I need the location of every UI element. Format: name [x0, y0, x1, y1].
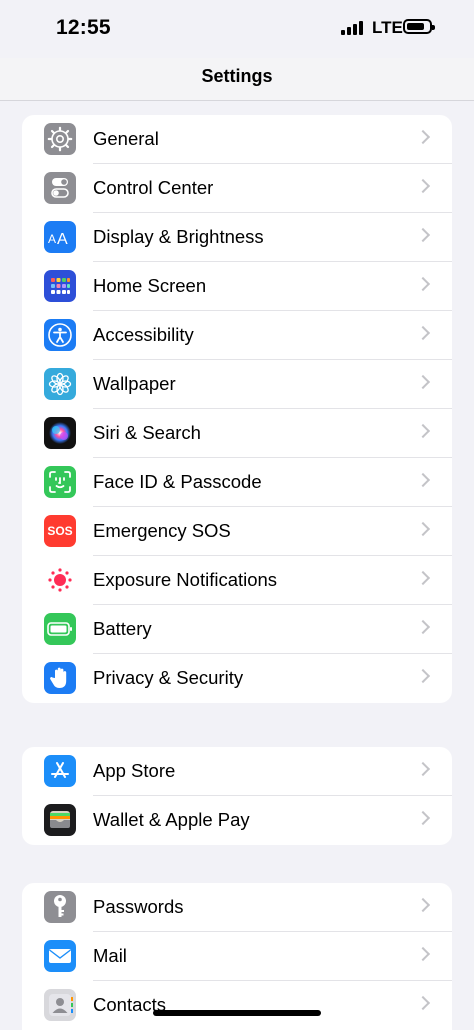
row-label: Face ID & Passcode: [93, 471, 262, 492]
row-battery[interactable]: Battery: [22, 605, 452, 654]
svg-text:A: A: [48, 232, 56, 246]
row-label: Wallpaper: [93, 373, 176, 394]
row-accessibility[interactable]: Accessibility: [22, 311, 452, 360]
face-id-icon: [44, 466, 76, 498]
status-time: 12:55: [56, 16, 111, 39]
settings-group-apps: Passwords Mail Contacts: [22, 883, 452, 1030]
chevron-right-icon: [415, 619, 431, 635]
accessibility-icon: [44, 319, 76, 351]
row-control-center[interactable]: Control Center: [22, 164, 452, 213]
settings-group-device: General Control Center A A Display & Bri…: [22, 115, 452, 703]
battery-status-icon: [403, 19, 435, 34]
row-label: App Store: [93, 760, 176, 781]
chevron-right-icon: [415, 946, 431, 962]
chevron-right-icon: [415, 276, 431, 292]
text-size-icon: A A: [44, 221, 76, 253]
siri-icon: [44, 417, 76, 449]
row-mail[interactable]: Mail: [22, 932, 452, 981]
row-label: Exposure Notifications: [93, 569, 278, 590]
row-wallet-apple-pay[interactable]: Wallet & Apple Pay: [22, 796, 452, 845]
chevron-right-icon: [415, 325, 431, 341]
toggles-icon: [44, 172, 76, 204]
row-wallpaper[interactable]: Wallpaper: [22, 360, 452, 409]
wallet-icon: [44, 804, 76, 836]
row-passwords[interactable]: Passwords: [22, 883, 452, 932]
chevron-right-icon: [415, 668, 431, 684]
settings-group-store: App Store Wallet & Apple Pay: [22, 747, 452, 845]
chevron-right-icon: [415, 521, 431, 537]
row-label: Battery: [93, 618, 152, 639]
chevron-right-icon: [415, 472, 431, 488]
flower-icon: [44, 368, 76, 400]
chevron-right-icon: [415, 227, 431, 243]
chevron-right-icon: [415, 129, 431, 145]
row-app-store[interactable]: App Store: [22, 747, 452, 796]
exposure-icon: [44, 564, 76, 596]
gear-icon: [44, 123, 76, 155]
chevron-right-icon: [415, 761, 431, 777]
chevron-right-icon: [415, 897, 431, 913]
row-label: Control Center: [93, 177, 214, 198]
row-face-id-passcode[interactable]: Face ID & Passcode: [22, 458, 452, 507]
app-store-icon: [44, 755, 76, 787]
svg-text:A: A: [57, 231, 68, 247]
row-label: Privacy & Security: [93, 667, 244, 688]
mail-icon: [44, 940, 76, 972]
app-grid-icon: [44, 270, 76, 302]
row-general[interactable]: General: [22, 115, 452, 164]
home-indicator[interactable]: [153, 1010, 321, 1016]
hand-icon: [44, 662, 76, 694]
row-label: Accessibility: [93, 324, 194, 345]
navigation-bar: Settings: [0, 58, 474, 101]
row-label: General: [93, 128, 159, 149]
status-bar: 12:55 LTE: [0, 0, 474, 58]
key-icon: [44, 891, 76, 923]
chevron-right-icon: [415, 178, 431, 194]
battery-icon: [44, 613, 76, 645]
chevron-right-icon: [415, 423, 431, 439]
network-type: LTE: [372, 18, 403, 37]
chevron-right-icon: [415, 570, 431, 586]
sos-icon: SOS: [44, 515, 76, 547]
row-privacy-security[interactable]: Privacy & Security: [22, 654, 452, 703]
contacts-icon: [44, 989, 76, 1021]
row-label: Mail: [93, 945, 127, 966]
row-label: Passwords: [93, 896, 184, 917]
row-label: Display & Brightness: [93, 226, 264, 247]
row-label: Siri & Search: [93, 422, 201, 443]
row-siri-search[interactable]: Siri & Search: [22, 409, 452, 458]
row-exposure-notifications[interactable]: Exposure Notifications: [22, 556, 452, 605]
cellular-signal-icon: [341, 21, 363, 35]
row-label: Emergency SOS: [93, 520, 231, 541]
row-display-brightness[interactable]: A A Display & Brightness: [22, 213, 452, 262]
row-contacts[interactable]: Contacts: [22, 981, 452, 1030]
row-label: Home Screen: [93, 275, 207, 296]
row-home-screen[interactable]: Home Screen: [22, 262, 452, 311]
chevron-right-icon: [415, 810, 431, 826]
row-label: Wallet & Apple Pay: [93, 809, 250, 830]
page-title: Settings: [201, 66, 273, 86]
row-emergency-sos[interactable]: SOS Emergency SOS: [22, 507, 452, 556]
chevron-right-icon: [415, 374, 431, 390]
chevron-right-icon: [415, 995, 431, 1011]
